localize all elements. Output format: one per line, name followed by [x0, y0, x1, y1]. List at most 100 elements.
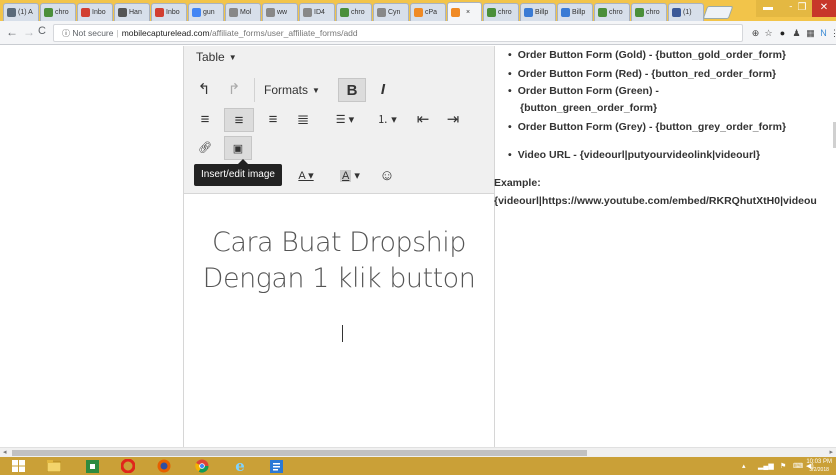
formats-dropdown[interactable]: Formats ▼	[264, 78, 320, 102]
clock-date: 3/2/2018	[809, 467, 829, 473]
align-right-icon[interactable]: ≡	[260, 108, 286, 132]
address-bar[interactable]: ⓘ Not secure | mobilecapturelead.com/affil…	[53, 24, 743, 42]
text-color-icon[interactable]: A ▾	[286, 164, 326, 188]
placeholder-help-panel: Order Button Form (Gold) - {button_gold_…	[494, 46, 836, 447]
redo-icon[interactable]: ↱	[222, 78, 246, 102]
tab-favicon-icon	[340, 8, 349, 17]
bullet-list-icon[interactable]: ☰ ▾	[326, 108, 364, 132]
tab-label: (1)	[683, 9, 692, 16]
background-color-icon[interactable]: A ▾	[330, 164, 370, 188]
link-icon[interactable]: 🔗︎	[192, 136, 218, 160]
tab-label: cPa	[425, 9, 438, 16]
browser-tab[interactable]: Mol	[225, 3, 261, 21]
browser-tab[interactable]: Inbo	[151, 3, 187, 21]
minimize-button[interactable]: ▬	[756, 0, 780, 17]
windows-start-icon[interactable]	[8, 458, 28, 474]
language-icon[interactable]: ⌨	[793, 462, 803, 470]
browser-tab[interactable]: chro	[594, 3, 630, 21]
reload-icon[interactable]: C	[38, 25, 46, 37]
indent-icon[interactable]: ⇥	[440, 108, 466, 132]
browser-tab[interactable]: ww	[262, 3, 298, 21]
extension-chrome-icon[interactable]: ●	[777, 28, 788, 39]
tab-favicon-icon	[192, 8, 201, 17]
browser-tab-strip: (1) A chro Inbo Han Inbo gun Mol ww ID4 chro Cyn cP…	[0, 0, 836, 21]
browser-tab[interactable]: cPa	[410, 3, 446, 21]
numbered-list-icon[interactable]: ⒈ ▾	[368, 108, 406, 132]
flag-icon[interactable]: ⚑	[780, 462, 786, 470]
info-icon[interactable]: ⓘ	[62, 29, 70, 38]
firefox-icon[interactable]	[154, 458, 174, 474]
notepad-icon[interactable]	[266, 458, 286, 474]
tab-favicon-icon	[155, 8, 164, 17]
undo-icon[interactable]: ↰	[192, 78, 216, 102]
align-center-icon[interactable]: ≡	[224, 108, 254, 132]
list-item: Order Button Form (Gold) - {button_gold_…	[508, 49, 786, 61]
list-item-continuation: {button_green_order_form}	[520, 102, 658, 114]
tab-label: Billp	[572, 9, 586, 16]
content-heading: Cara Buat Dropship Dengan 1 klik button	[184, 225, 494, 297]
browser-tab[interactable]: ID4	[299, 3, 335, 21]
opera-icon[interactable]	[118, 458, 138, 474]
browser-tab[interactable]: (1)	[668, 3, 704, 21]
tab-label: Mol	[240, 9, 252, 16]
extension-n-icon[interactable]: N	[818, 28, 829, 39]
page-content: Table ▼ ↰ ↱ Formats ▼ B I ≡ ≡ ≡ ≣ ☰ ▾ ⒈ ▾ …	[0, 46, 836, 447]
extension-user-icon[interactable]: ♟	[791, 28, 802, 39]
file-explorer-icon[interactable]	[44, 458, 64, 474]
text-cursor	[342, 325, 343, 342]
align-left-icon[interactable]: ≡	[192, 108, 218, 132]
browser-tab[interactable]: Inbo	[77, 3, 113, 21]
address-separator: |	[116, 28, 119, 38]
new-tab-button[interactable]	[702, 6, 734, 19]
browser-tab[interactable]: chro	[336, 3, 372, 21]
insert-image-icon[interactable]: ▣	[224, 136, 252, 160]
network-icon[interactable]: ▂▄▆	[758, 462, 774, 470]
tab-label: chro	[351, 9, 365, 16]
emoticon-icon[interactable]: ☺	[374, 164, 400, 188]
tray-chevron-icon[interactable]: ▴	[742, 462, 746, 470]
browser-toolbar: ← → C ⓘ Not secure | mobilecapturelead.com…	[0, 21, 836, 45]
bold-button[interactable]: B	[338, 78, 366, 102]
browser-tab[interactable]: ×	[447, 2, 482, 21]
menu-kebab-icon[interactable]: ⋮	[829, 28, 836, 39]
menu-table[interactable]: Table ▼	[196, 50, 237, 64]
tab-label: ID4	[314, 9, 325, 16]
scrollbar-thumb[interactable]	[12, 450, 587, 456]
browser-tab[interactable]: chro	[40, 3, 76, 21]
list-item: Video URL - {videourl|putyourvideolink|v…	[508, 149, 760, 161]
internet-explorer-icon[interactable]: e	[230, 457, 250, 475]
url-host: mobilecapturelead.com	[121, 28, 210, 38]
zoom-icon[interactable]: ⊕	[750, 28, 761, 39]
tab-label: Cyn	[388, 9, 401, 16]
back-icon[interactable]: ←	[6, 25, 18, 39]
store-icon[interactable]	[82, 458, 102, 474]
scrollbar-horizontal[interactable]: ◂ ▸	[0, 447, 836, 457]
chrome-icon[interactable]	[192, 458, 212, 474]
editor-toolbar: Table ▼ ↰ ↱ Formats ▼ B I ≡ ≡ ≡ ≣ ☰ ▾ ⒈ ▾ …	[184, 46, 494, 194]
chevron-down-icon: ▼	[228, 53, 237, 63]
bookmark-star-icon[interactable]: ☆	[763, 28, 774, 39]
browser-tab[interactable]: chro	[483, 3, 519, 21]
browser-tab[interactable]: Han	[114, 3, 150, 21]
tab-label: chro	[55, 9, 69, 16]
forward-icon[interactable]: →	[23, 25, 35, 39]
tab-close-icon[interactable]: ×	[466, 9, 470, 16]
browser-tab[interactable]: Cyn	[373, 3, 409, 21]
browser-tab[interactable]: Billp	[520, 3, 556, 21]
align-justify-icon[interactable]: ≣	[290, 108, 316, 132]
browser-tab[interactable]: (1) A	[3, 3, 39, 21]
browser-tab[interactable]: gun	[188, 3, 224, 21]
browser-tab[interactable]: chro	[631, 3, 667, 21]
browser-tab[interactable]: Billp	[557, 3, 593, 21]
tab-favicon-icon	[44, 8, 53, 17]
system-clock[interactable]: 10:03 PM 3/2/2018	[806, 458, 832, 474]
extension-grid-icon[interactable]: ▦	[805, 28, 816, 39]
tab-favicon-icon	[598, 8, 607, 17]
maximize-button[interactable]: ❐	[792, 0, 812, 17]
outdent-icon[interactable]: ⇤	[410, 108, 436, 132]
tab-label: Inbo	[166, 9, 180, 16]
close-window-button[interactable]: ✕	[812, 0, 836, 17]
italic-button[interactable]: I	[370, 78, 396, 102]
content-heading-line: Cara Buat Dropship	[212, 227, 466, 258]
editor-content-area[interactable]: Cara Buat Dropship Dengan 1 klik button	[184, 195, 494, 447]
